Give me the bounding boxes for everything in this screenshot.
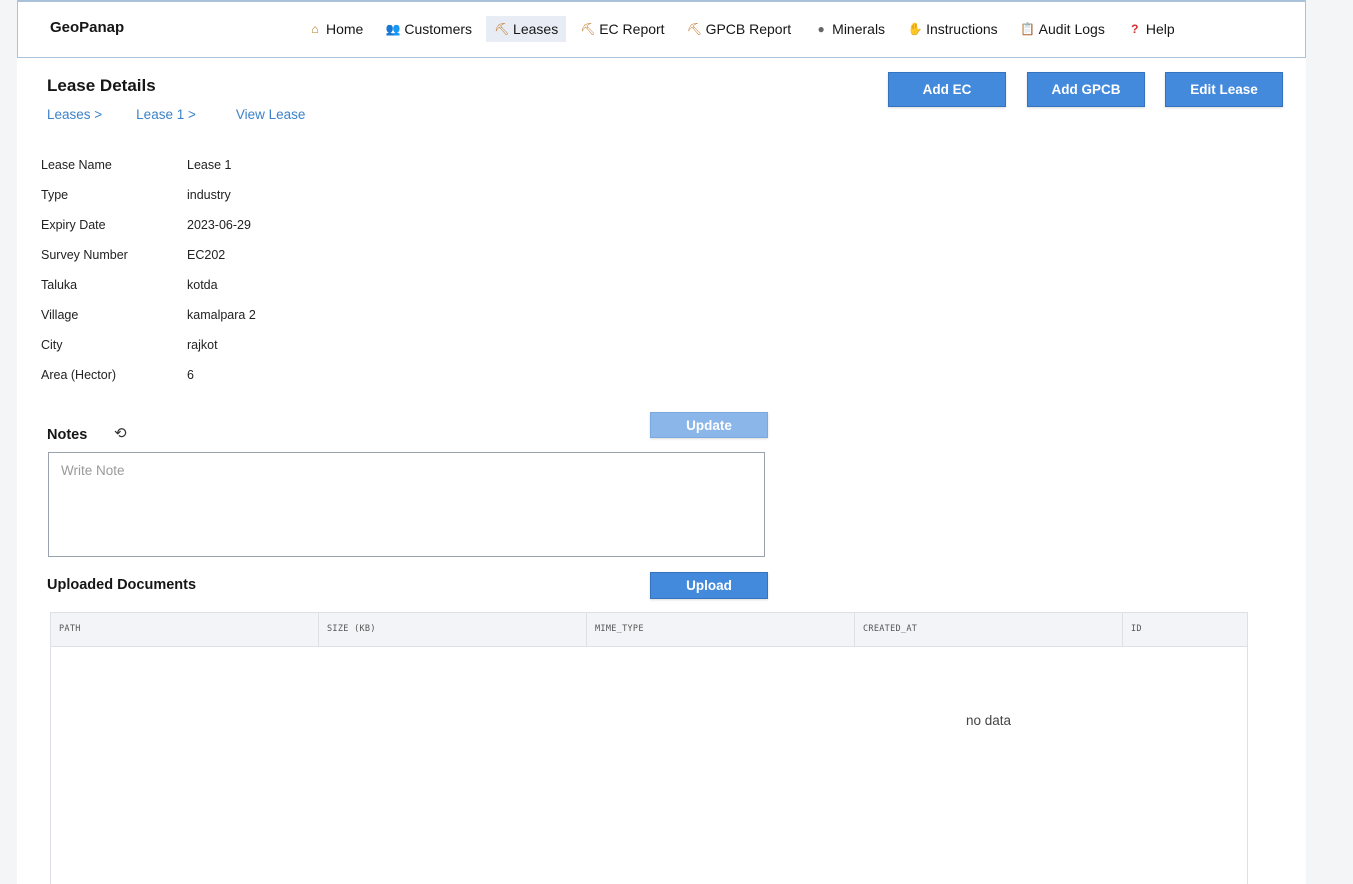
detail-value: Lease 1	[187, 158, 232, 172]
detail-value: kamalpara 2	[187, 308, 256, 322]
nav-item-instructions[interactable]: ✋ Instructions	[899, 16, 1006, 42]
detail-label: Village	[41, 308, 79, 322]
top-navbar: GeoPanap ⌂ Home 👥 Customers ⛏ Leases ⛏ EC Repor…	[17, 0, 1306, 58]
pickaxe-icon: ⛏	[494, 22, 510, 36]
nav-item-help[interactable]: ? Help	[1119, 16, 1183, 42]
detail-row: Taluka kotda	[41, 278, 256, 308]
nav-item-label: Help	[1145, 21, 1175, 37]
nav-item-audit-logs[interactable]: 📋 Audit Logs	[1012, 16, 1113, 42]
edit-lease-button[interactable]: Edit Lease	[1165, 72, 1283, 107]
nav-item-label: Instructions	[926, 21, 998, 37]
nav-item-ec-report[interactable]: ⛏ EC Report	[572, 16, 672, 42]
nav-item-label: Minerals	[832, 21, 886, 37]
nav-item-customers[interactable]: 👥 Customers	[377, 16, 480, 42]
detail-row: Expiry Date 2023-06-29	[41, 218, 256, 248]
nav-item-leases[interactable]: ⛏ Leases	[486, 16, 567, 42]
handshake-icon: ✋	[907, 22, 923, 36]
app-window: GeoPanap ⌂ Home 👥 Customers ⛏ Leases ⛏ EC Repor…	[17, 0, 1306, 884]
breadcrumb: Leases > Lease 1 > View Lease	[47, 107, 305, 122]
detail-label: Expiry Date	[41, 218, 106, 232]
detail-value: kotda	[187, 278, 218, 292]
history-icon[interactable]: ⟲	[114, 424, 127, 442]
detail-label: Taluka	[41, 278, 78, 292]
page-title: Lease Details	[47, 76, 156, 95]
add-ec-button[interactable]: Add EC	[888, 72, 1006, 107]
upload-button[interactable]: Upload	[650, 572, 768, 599]
add-gpcb-button[interactable]: Add GPCB	[1027, 72, 1145, 107]
detail-label: City	[41, 338, 63, 352]
column-header-mime-type[interactable]: MIME_TYPE	[587, 613, 855, 647]
documents-table: PATH SIZE (KB) MIME_TYPE CREATED_AT ID n…	[50, 612, 1248, 884]
pickaxe-icon: ⛏	[580, 22, 596, 36]
main-nav: ⌂ Home 👥 Customers ⛏ Leases ⛏ EC Report ⛏ GPCB Re…	[299, 16, 1189, 42]
nav-item-label: GPCB Report	[705, 21, 792, 37]
users-icon: 👥	[385, 22, 401, 36]
empty-state-text: no data	[966, 713, 1012, 728]
detail-label: Survey Number	[41, 248, 128, 262]
nav-item-label: Home	[326, 21, 364, 37]
pickaxe-icon: ⛏	[686, 22, 703, 36]
nav-item-label: Leases	[513, 21, 559, 37]
detail-row: Lease Name Lease 1	[41, 158, 256, 188]
nav-item-label: Audit Logs	[1038, 21, 1105, 37]
detail-row: City rajkot	[41, 338, 256, 368]
detail-value: 2023-06-29	[187, 218, 251, 232]
detail-row: Village kamalpara 2	[41, 308, 256, 338]
detail-row: Area (Hector) 6	[41, 368, 256, 398]
detail-label: Lease Name	[41, 158, 112, 172]
question-icon: ?	[1131, 22, 1139, 36]
detail-label: Type	[41, 188, 69, 202]
notes-textarea[interactable]	[48, 452, 765, 557]
lease-details-list: Lease Name Lease 1 Type industry Expiry Date…	[41, 158, 256, 398]
detail-row: Type industry	[41, 188, 256, 218]
column-header-path[interactable]: PATH	[51, 613, 319, 647]
table-header: PATH SIZE (KB) MIME_TYPE CREATED_AT ID	[51, 613, 1247, 647]
clipboard-icon: 📋	[1020, 22, 1036, 36]
detail-value: 6	[187, 368, 194, 382]
column-header-id[interactable]: ID	[1123, 613, 1247, 647]
detail-row: Survey Number EC202	[41, 248, 256, 278]
brand-logo[interactable]: GeoPanap	[50, 19, 124, 36]
nav-item-gpcb-report[interactable]: ⛏ GPCB Report	[679, 16, 800, 42]
nav-item-label: Customers	[404, 21, 473, 37]
detail-value: industry	[187, 188, 231, 202]
detail-value: EC202	[187, 248, 226, 262]
nav-item-label: EC Report	[599, 21, 665, 37]
notes-heading: Notes	[47, 427, 88, 443]
breadcrumb-leases[interactable]: Leases >	[47, 107, 102, 122]
detail-label: Area (Hector)	[41, 368, 117, 382]
breadcrumb-lease-1[interactable]: Lease 1 >	[136, 107, 196, 122]
update-notes-button[interactable]: Update	[650, 412, 768, 438]
rock-icon: ●	[817, 22, 825, 36]
nav-item-minerals[interactable]: ● Minerals	[805, 16, 893, 42]
uploaded-documents-heading: Uploaded Documents	[47, 577, 197, 593]
home-icon: ⌂	[311, 22, 319, 36]
column-header-created-at[interactable]: CREATED_AT	[855, 613, 1123, 647]
breadcrumb-view-lease[interactable]: View Lease	[236, 107, 306, 122]
nav-item-home[interactable]: ⌂ Home	[299, 16, 371, 42]
detail-value: rajkot	[187, 338, 218, 352]
column-header-size[interactable]: SIZE (KB)	[319, 613, 587, 647]
